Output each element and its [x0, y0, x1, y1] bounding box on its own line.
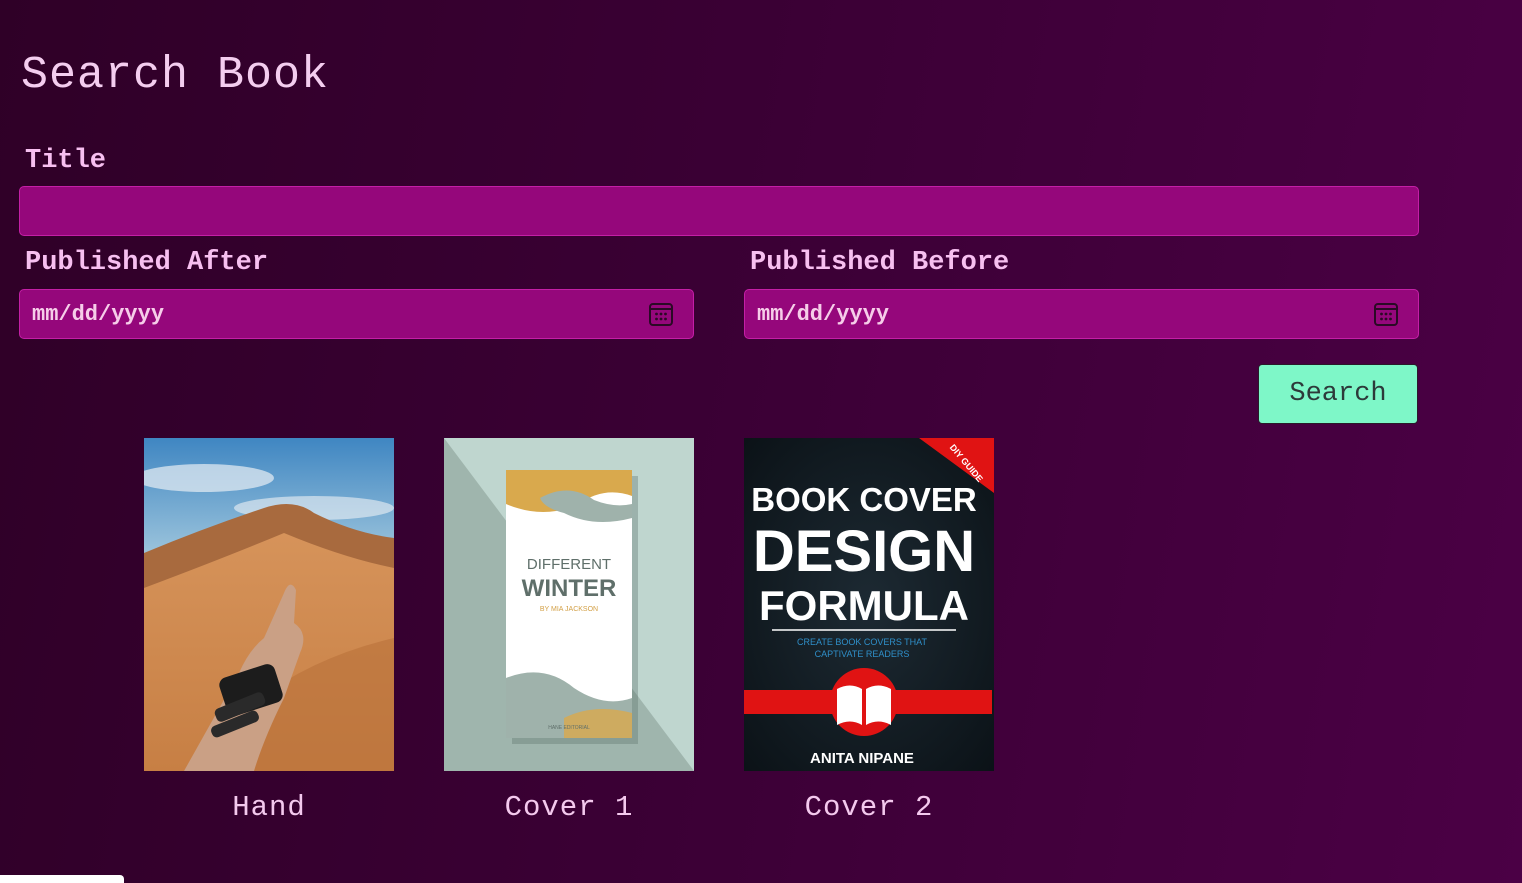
calendar-icon[interactable]: [648, 301, 674, 327]
book-cover-image[interactable]: DIY GUIDE BOOK COVER DESIGN FORMULA CREA…: [744, 438, 994, 771]
book-caption: Cover 1: [504, 791, 634, 824]
search-button[interactable]: Search: [1258, 364, 1418, 424]
cover-2-line3: FORMULA: [759, 582, 969, 629]
cover-1-title-line2: WINTER: [522, 575, 617, 602]
book-card-cover-1[interactable]: DIFFERENT WINTER BY MIA JACKSON HANE EDI…: [444, 438, 694, 824]
cover-2-line2: DESIGN: [753, 519, 975, 584]
title-input[interactable]: [19, 186, 1419, 236]
book-caption: Hand: [232, 791, 306, 824]
book-cover-image[interactable]: [144, 438, 394, 771]
published-after-placeholder: mm/dd/yyyy: [32, 301, 165, 327]
published-after-label: Published After: [25, 248, 269, 278]
cover-1-title-line1: DIFFERENT: [527, 556, 611, 573]
bottom-edge-tab: [0, 875, 124, 883]
calendar-icon[interactable]: [1373, 301, 1399, 327]
book-card-hand[interactable]: Hand: [144, 438, 394, 824]
page-title: Search Book: [21, 50, 330, 101]
title-label: Title: [25, 146, 107, 176]
cover-1-author: BY MIA JACKSON: [540, 606, 598, 613]
published-after-input[interactable]: mm/dd/yyyy: [19, 289, 694, 339]
cover-1-publisher: HANE EDITORIAL: [548, 725, 590, 731]
published-before-input[interactable]: mm/dd/yyyy: [744, 289, 1419, 339]
cover-2-line1: BOOK COVER: [751, 481, 977, 518]
published-before-placeholder: mm/dd/yyyy: [757, 301, 890, 327]
book-caption: Cover 2: [804, 791, 934, 824]
book-card-cover-2[interactable]: DIY GUIDE BOOK COVER DESIGN FORMULA CREA…: [744, 438, 994, 824]
cover-2-subtitle1: CREATE BOOK COVERS THAT: [797, 637, 928, 647]
book-cover-image[interactable]: DIFFERENT WINTER BY MIA JACKSON HANE EDI…: [444, 438, 694, 771]
cover-2-author: ANITA NIPANE: [810, 750, 914, 767]
cover-2-subtitle2: CAPTIVATE READERS: [815, 649, 910, 659]
published-before-label: Published Before: [750, 248, 1010, 278]
